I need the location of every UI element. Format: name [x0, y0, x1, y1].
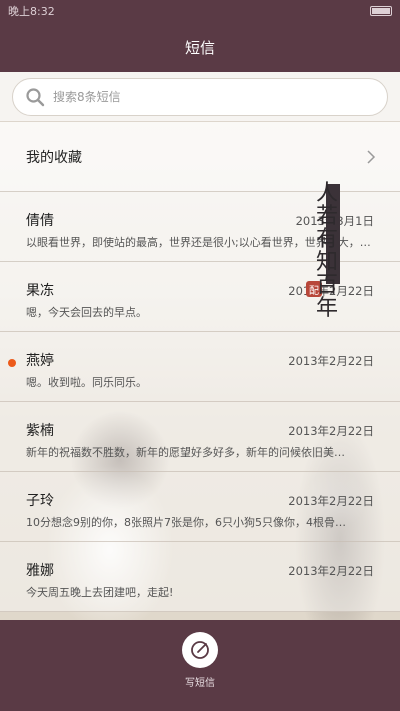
contact-name: 倩倩 [26, 213, 54, 229]
chevron-right-icon [367, 149, 376, 164]
list-item[interactable]: 紫楠 2013年2月22日 新年的祝福数不胜数，新年的愿望好多好多，新年的问候依… [0, 402, 400, 472]
title-bar: 短信 [0, 22, 400, 72]
status-time: 晚上8:32 [8, 5, 55, 18]
status-bar: 晚上8:32 [0, 0, 400, 22]
list-item[interactable]: 雅娜 2013年2月22日 今天周五晚上去团建吧，走起! [0, 542, 400, 612]
list-item[interactable]: 果冻 2013年2月22日 嗯，今天会回去的早点。 [0, 262, 400, 332]
favorites-label: 我的收藏 [26, 149, 82, 166]
compose-button[interactable] [182, 632, 218, 668]
message-preview: 今天周五晚上去团建吧，走起! [26, 586, 174, 599]
message-preview: 嗯。收到啦。同乐同乐。 [26, 376, 147, 389]
list-item[interactable]: 倩倩 2013年3月1日 以眼看世界，即使站的最高，世界还是很小;以心看世界，世… [0, 192, 400, 262]
contact-name: 果冻 [26, 283, 54, 299]
bottom-bar: 写短信 [0, 620, 400, 711]
unread-dot-icon [8, 359, 16, 367]
message-preview: 嗯，今天会回去的早点。 [26, 306, 147, 319]
contact-name: 紫楠 [26, 423, 54, 439]
contact-name: 雅娜 [26, 563, 54, 579]
message-preview: 10分想念9别的你，8张照片7张是你，6只小狗5只像你，4根骨… [26, 516, 346, 529]
message-preview: 新年的祝福数不胜数，新年的愿望好多好多，新年的问候依旧美… [26, 446, 345, 459]
list-item[interactable]: 燕婷 2013年2月22日 嗯。收到啦。同乐同乐。 [0, 332, 400, 402]
message-date: 2013年2月22日 [288, 284, 374, 298]
page-title: 短信 [184, 38, 215, 57]
compose-label: 写短信 [185, 678, 215, 689]
compose-icon [191, 641, 209, 659]
search-area: 搜索8条短信 [0, 72, 400, 122]
message-date: 2013年2月22日 [288, 564, 374, 578]
message-date: 2013年2月22日 [288, 354, 374, 368]
favorites-row[interactable]: 我的收藏 [0, 122, 400, 192]
message-date: 2013年2月22日 [288, 494, 374, 508]
conversation-list: 我的收藏 倩倩 2013年3月1日 以眼看世界，即使站的最高，世界还是很小;以心… [0, 122, 400, 620]
search-icon [26, 87, 45, 106]
message-preview: 以眼看世界，即使站的最高，世界还是很小;以心看世界，世界再大，心也能装下。即使身… [26, 236, 374, 249]
message-date: 2013年2月22日 [288, 424, 374, 438]
contact-name: 子玲 [26, 493, 54, 509]
battery-icon [370, 6, 392, 16]
list-item[interactable]: 子玲 2013年2月22日 10分想念9别的你，8张照片7张是你，6只小狗5只像… [0, 472, 400, 542]
search-placeholder: 搜索8条短信 [53, 90, 121, 104]
calligraphy-strip [326, 184, 340, 284]
search-input[interactable]: 搜索8条短信 [12, 77, 388, 116]
contact-name: 燕婷 [26, 353, 54, 369]
